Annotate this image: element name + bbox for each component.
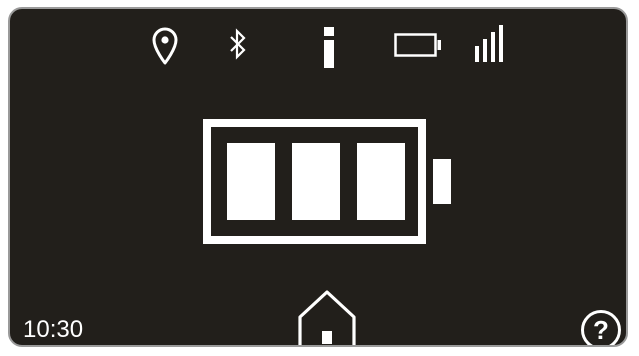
device-screen: ? 10:30 — [8, 7, 628, 347]
help-button[interactable]: ? — [580, 309, 622, 345]
status-bar — [10, 9, 626, 79]
battery-segment — [357, 143, 405, 220]
location-pin-icon[interactable] — [150, 25, 180, 67]
clock-time: 10:30 — [23, 316, 84, 343]
info-icon[interactable] — [317, 27, 341, 69]
home-button[interactable] — [296, 287, 358, 345]
battery-outline-icon[interactable] — [394, 33, 444, 59]
battery-segment — [292, 143, 340, 220]
help-label: ? — [593, 315, 609, 345]
battery-segment — [227, 143, 275, 220]
bluetooth-icon[interactable] — [227, 27, 249, 63]
battery-full-icon — [203, 119, 453, 249]
signal-bars-icon[interactable] — [472, 24, 508, 64]
